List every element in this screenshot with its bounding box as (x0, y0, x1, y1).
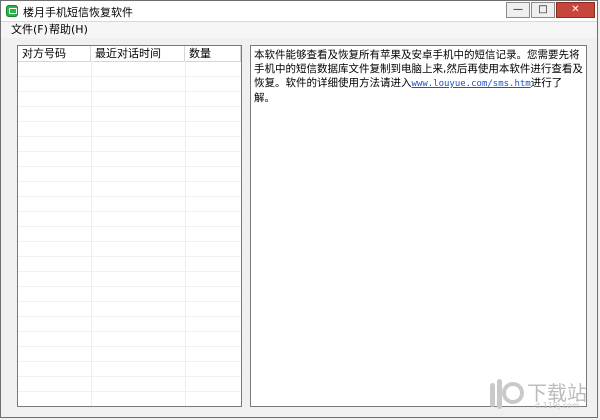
grid-row-line (18, 226, 241, 227)
grid-row-line (18, 301, 241, 302)
grid-row-line (18, 256, 241, 257)
grid-row-line (18, 331, 241, 332)
maximize-button[interactable]: □ (531, 2, 555, 18)
grid-row-line (18, 181, 241, 182)
info-panel: 本软件能够查看及恢复所有苹果及安卓手机中的短信记录。您需要先将手机中的短信数据库… (250, 45, 587, 407)
title-bar[interactable]: 楼月手机短信恢复软件 — □ ✕ (1, 1, 597, 22)
grid-row-line (18, 241, 241, 242)
column-header-last-time[interactable]: 最近对话时间 (91, 46, 185, 61)
list-header: 对方号码 最近对话时间 数量 (18, 46, 241, 62)
grid-row-line (18, 121, 241, 122)
watermark-icon (490, 379, 524, 409)
conversation-list[interactable]: 对方号码 最近对话时间 数量 (17, 45, 242, 407)
watermark-logo: 下载站 d.119j.com (487, 375, 587, 413)
column-header-number[interactable]: 对方号码 (18, 46, 91, 61)
grid-row-line (18, 316, 241, 317)
window-title: 楼月手机短信恢复软件 (23, 6, 133, 19)
grid-row-line (18, 346, 241, 347)
grid-row-line (18, 151, 241, 152)
minimize-button[interactable]: — (506, 2, 530, 18)
grid-row-line (18, 166, 241, 167)
window-controls: — □ ✕ (505, 2, 595, 19)
grid-row-line (18, 106, 241, 107)
grid-row-line (18, 361, 241, 362)
close-icon: ✕ (571, 4, 580, 15)
menu-bar: 文件(F) 帮助(H) (1, 22, 597, 38)
menu-help[interactable]: 帮助(H) (45, 23, 92, 37)
grid-row-line (18, 286, 241, 287)
column-divider (185, 61, 186, 406)
column-header-count[interactable]: 数量 (185, 46, 241, 61)
grid-row-line (18, 136, 241, 137)
grid-row-line (18, 271, 241, 272)
grid-row-line (18, 391, 241, 392)
grid-row-line (18, 76, 241, 77)
grid-row-line (18, 196, 241, 197)
app-window: 楼月手机短信恢复软件 — □ ✕ 文件(F) 帮助(H) 对方号码 最近对话时间… (0, 0, 598, 418)
close-button[interactable]: ✕ (556, 2, 595, 18)
minimize-icon: — (513, 4, 523, 15)
grid-row-line (18, 376, 241, 377)
grid-row-line (18, 211, 241, 212)
column-divider (91, 61, 92, 406)
app-icon (6, 5, 18, 17)
watermark-url: d.119j.com (535, 401, 580, 410)
grid-row-line (18, 91, 241, 92)
maximize-icon: □ (538, 4, 548, 15)
help-link[interactable]: www.louyue.com/sms.htm (412, 79, 531, 89)
